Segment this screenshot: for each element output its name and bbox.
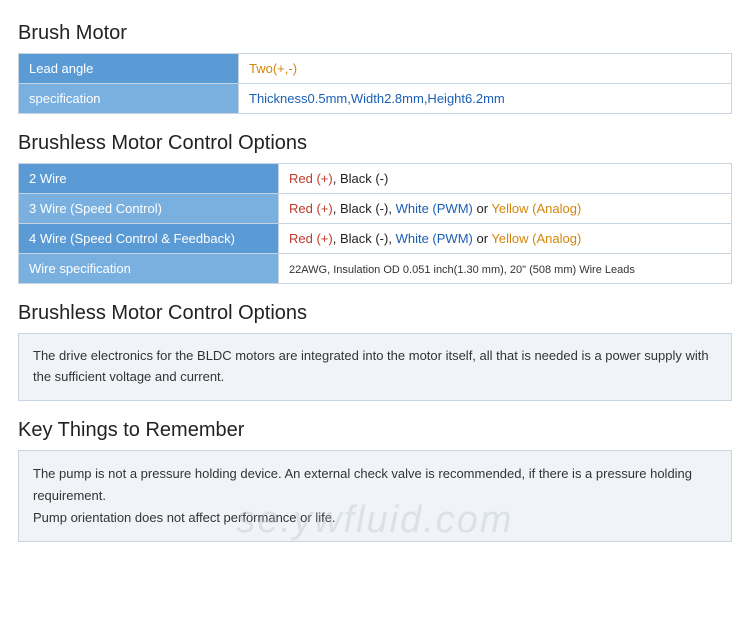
black-text: Black (-) <box>340 201 388 216</box>
sep2: , <box>388 201 395 216</box>
brush-motor-title: Brush Motor <box>18 22 732 45</box>
yellow-text: Yellow (Analog) <box>491 231 581 246</box>
brushless-info-text: The drive electronics for the BLDC motor… <box>33 348 709 384</box>
table-row: 3 Wire (Speed Control) Red (+), Black (-… <box>19 194 732 224</box>
sep3: or <box>473 231 492 246</box>
4wire-label: 4 Wire (Speed Control & Feedback) <box>19 224 279 254</box>
red-text: Red (+) <box>289 171 333 186</box>
sep1: , <box>333 231 340 246</box>
brush-motor-table: Lead angle Two(+,-) specification Thickn… <box>18 53 732 114</box>
specification-label: specification <box>19 84 239 114</box>
sep2: , <box>388 231 395 246</box>
red-text: Red (+) <box>289 201 333 216</box>
brushless-info-title: Brushless Motor Control Options <box>18 302 732 325</box>
table-row: specification Thickness0.5mm,Width2.8mm,… <box>19 84 732 114</box>
brushless-control-title: Brushless Motor Control Options <box>18 132 732 155</box>
table-row: Lead angle Two(+,-) <box>19 54 732 84</box>
white-text: White (PWM) <box>396 231 473 246</box>
key-things-title: Key Things to Remember <box>18 419 732 442</box>
table-row: 4 Wire (Speed Control & Feedback) Red (+… <box>19 224 732 254</box>
brushless-control-table: 2 Wire Red (+), Black (-) 3 Wire (Speed … <box>18 163 732 284</box>
table-row: Wire specification 22AWG, Insulation OD … <box>19 254 732 284</box>
3wire-label: 3 Wire (Speed Control) <box>19 194 279 224</box>
2wire-label: 2 Wire <box>19 164 279 194</box>
black-text: Black (-) <box>340 231 388 246</box>
wire-spec-text: 22AWG, Insulation OD 0.051 inch(1.30 mm)… <box>289 264 635 276</box>
wire-spec-value: 22AWG, Insulation OD 0.051 inch(1.30 mm)… <box>279 254 732 284</box>
yellow-text: Yellow (Analog) <box>491 201 581 216</box>
black-text: Black (-) <box>340 171 388 186</box>
red-text: Red (+) <box>289 231 333 246</box>
table-row: 2 Wire Red (+), Black (-) <box>19 164 732 194</box>
sep3: or <box>473 201 492 216</box>
key-things-line2: Pump orientation does not affect perform… <box>33 507 717 529</box>
lead-angle-value: Two(+,-) <box>239 54 732 84</box>
lead-angle-label: Lead angle <box>19 54 239 84</box>
lead-angle-text: Two(+,-) <box>249 61 297 76</box>
separator: , <box>333 171 340 186</box>
2wire-value: Red (+), Black (-) <box>279 164 732 194</box>
white-text: White (PWM) <box>396 201 473 216</box>
4wire-value: Red (+), Black (-), White (PWM) or Yello… <box>279 224 732 254</box>
key-things-box: The pump is not a pressure holding devic… <box>18 450 732 542</box>
3wire-value: Red (+), Black (-), White (PWM) or Yello… <box>279 194 732 224</box>
brushless-info-box: The drive electronics for the BLDC motor… <box>18 333 732 401</box>
sep1: , <box>333 201 340 216</box>
page-wrapper: Brush Motor Lead angle Two(+,-) specific… <box>0 0 750 572</box>
wire-spec-label: Wire specification <box>19 254 279 284</box>
specification-value: Thickness0.5mm,Width2.8mm,Height6.2mm <box>239 84 732 114</box>
specification-text: Thickness0.5mm,Width2.8mm,Height6.2mm <box>249 91 505 106</box>
key-things-line1: The pump is not a pressure holding devic… <box>33 463 717 507</box>
